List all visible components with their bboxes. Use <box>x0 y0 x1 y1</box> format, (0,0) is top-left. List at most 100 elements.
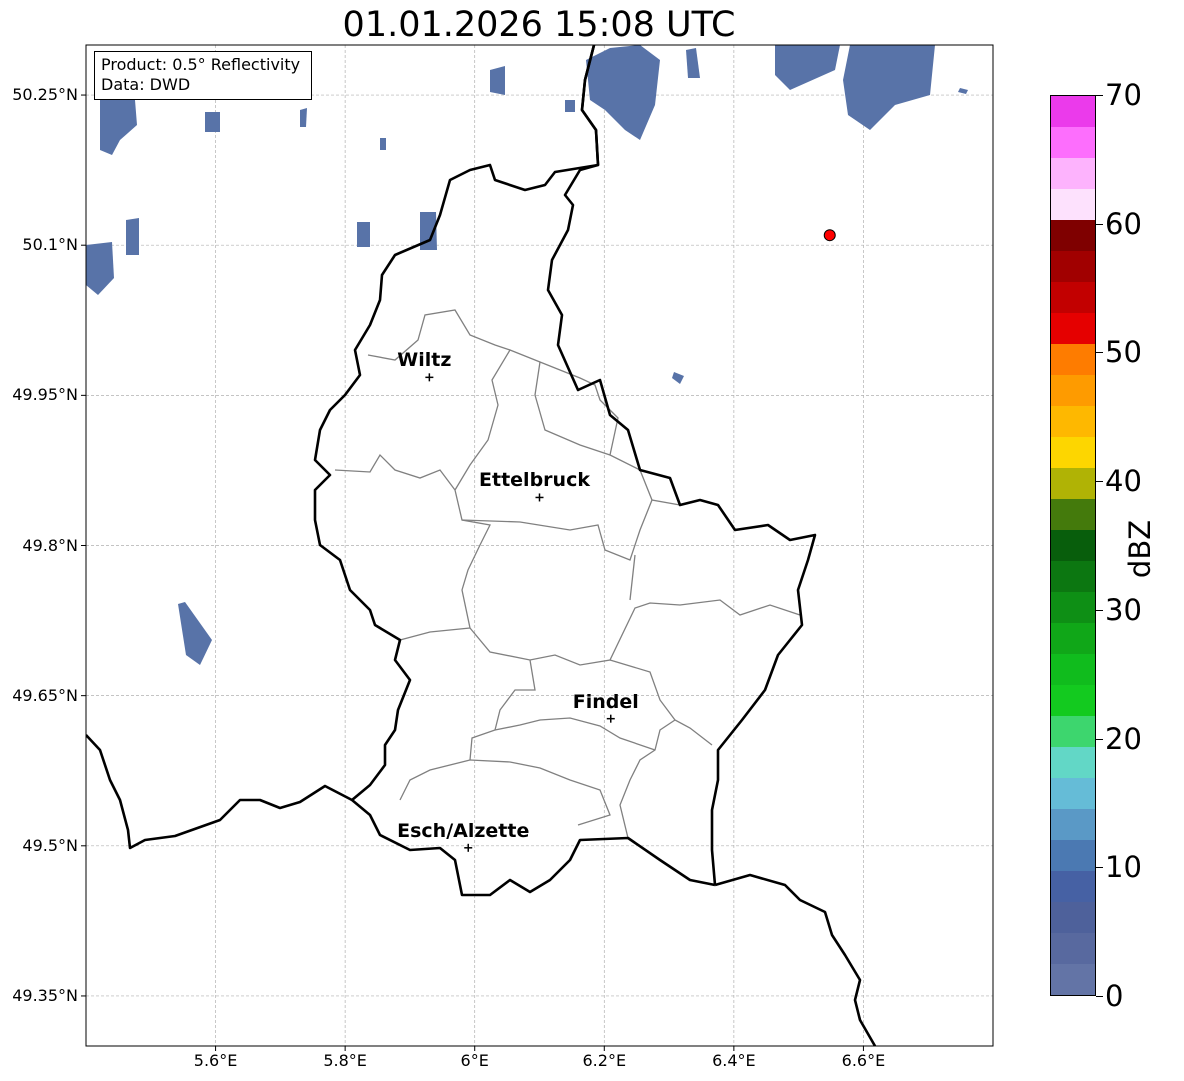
lat-tick-label: 49.8°N <box>22 535 78 555</box>
canton-boundary <box>629 554 636 601</box>
colorbar-segment <box>1051 498 1095 530</box>
colorbar-segment <box>1051 188 1095 220</box>
lat-tick-label: 49.95°N <box>12 385 78 405</box>
canton-boundary <box>399 627 471 641</box>
lat-tick-label: 49.65°N <box>12 685 78 705</box>
city-label: Ettelbruck <box>479 469 590 492</box>
echo-small-8 <box>565 100 575 112</box>
border-france-belgium <box>86 734 353 850</box>
lon-tick-label: 6.2°E <box>582 1051 627 1070</box>
product-label: Product: 0.5° Reflectivity <box>101 55 301 74</box>
canton-boundary <box>399 659 536 801</box>
echo-north-small-1 <box>490 66 505 95</box>
colorbar-tick-label: 50 <box>1105 335 1142 370</box>
echo-cluster-west-small <box>126 218 139 255</box>
colorbar-tick-label: 70 <box>1105 78 1142 112</box>
colorbar-tick-label: 30 <box>1105 592 1142 627</box>
colorbar-tick <box>1096 738 1103 740</box>
colorbar-segment <box>1051 529 1095 561</box>
colorbar-segment <box>1051 746 1095 778</box>
echo-small-2 <box>357 222 370 247</box>
axis-ticks <box>81 94 864 1051</box>
colorbar-segment <box>1051 963 1095 995</box>
echo-small-4 <box>300 108 307 127</box>
colorbar-segment <box>1051 126 1095 158</box>
colorbar-unit-label: dBZ <box>1123 519 1157 579</box>
colorbar-segment <box>1051 839 1095 871</box>
canton-boundaries <box>334 309 801 839</box>
echo-cluster-northwest-small <box>205 112 220 132</box>
colorbar-segment <box>1051 312 1095 344</box>
echo-cluster-northwest <box>100 95 137 155</box>
city-label: Findel <box>572 690 639 713</box>
colorbar-segment <box>1051 250 1095 282</box>
colorbar-segment <box>1051 219 1095 251</box>
lon-tick-label: 5.8°E <box>323 1051 367 1070</box>
colorbar-segment <box>1051 281 1095 313</box>
product-info-box: Product: 0.5° Reflectivity Data: DWD <box>94 51 312 100</box>
lat-tick-label: 50.25°N <box>12 85 78 105</box>
colorbar-tick <box>1096 223 1103 225</box>
colorbar-segment <box>1051 715 1095 747</box>
colorbar-tick-label: 20 <box>1105 721 1142 756</box>
colorbar-segment <box>1051 591 1095 623</box>
lat-tick-label: 49.5°N <box>22 835 78 855</box>
colorbar-segment <box>1051 932 1095 964</box>
echo-small-5 <box>686 48 700 78</box>
city-label: Esch/Alzette <box>397 819 530 842</box>
echo-small-9 <box>380 138 386 150</box>
colorbar-tick-label: 0 <box>1105 979 1124 1013</box>
colorbar-tick <box>1096 609 1103 611</box>
colorbar-tick <box>1096 481 1103 483</box>
radar-echoes <box>86 45 968 665</box>
echo-streak-southwest <box>178 602 212 665</box>
colorbar-segment <box>1051 560 1095 592</box>
echo-north-center <box>586 45 660 140</box>
lon-tick-label: 6°E <box>460 1051 489 1070</box>
colorbar-tick-label: 60 <box>1105 206 1142 241</box>
lon-tick-label: 5.6°E <box>193 1051 238 1070</box>
colorbar-segment <box>1051 374 1095 406</box>
colorbar-tick-label: 10 <box>1105 850 1142 885</box>
radar-site-marker[interactable] <box>823 229 836 242</box>
lat-tick-label: 49.35°N <box>12 985 78 1005</box>
echo-cluster-west <box>86 242 114 295</box>
colorbar-segment <box>1051 436 1095 468</box>
graticule <box>86 45 993 1046</box>
radar-site-dot[interactable] <box>823 229 836 242</box>
canton-boundary <box>461 499 653 561</box>
lon-tick-label: 6.4°E <box>712 1051 756 1070</box>
colorbar-segment <box>1051 467 1095 499</box>
colorbar-segment <box>1051 96 1095 127</box>
colorbar-tick <box>1096 867 1103 869</box>
lat-tick-label: 50.1°N <box>22 235 78 255</box>
echo-small-7 <box>958 88 968 94</box>
canton-boundary <box>469 599 801 666</box>
data-source-label: Data: DWD <box>101 75 191 94</box>
city-markers <box>425 373 615 852</box>
colorbar-segments <box>1051 96 1095 995</box>
canton-boundary <box>494 717 656 751</box>
colorbar-segment <box>1051 622 1095 654</box>
border-germany-france <box>714 873 877 1046</box>
colorbar-segment <box>1051 777 1095 809</box>
colorbar-segment <box>1051 901 1095 933</box>
radar-map[interactable] <box>0 0 1184 1081</box>
canton-boundary <box>469 759 611 826</box>
colorbar-segment <box>1051 157 1095 189</box>
border-luxembourg-germany <box>546 45 817 886</box>
colorbar <box>1050 95 1096 996</box>
city-label: Wiltz <box>397 349 452 372</box>
colorbar-segment <box>1051 343 1095 375</box>
colorbar-tick <box>1096 352 1103 354</box>
echo-north-east-1 <box>775 45 840 90</box>
canton-boundary <box>334 453 456 491</box>
colorbar-segment <box>1051 405 1095 437</box>
lon-tick-label: 6.6°E <box>841 1051 886 1070</box>
colorbar-segment <box>1051 653 1095 685</box>
canton-boundary <box>619 719 676 839</box>
colorbar-tick <box>1096 996 1103 997</box>
colorbar-segment <box>1051 808 1095 840</box>
colorbar-segment <box>1051 870 1095 902</box>
echo-north-east-2 <box>843 45 935 130</box>
